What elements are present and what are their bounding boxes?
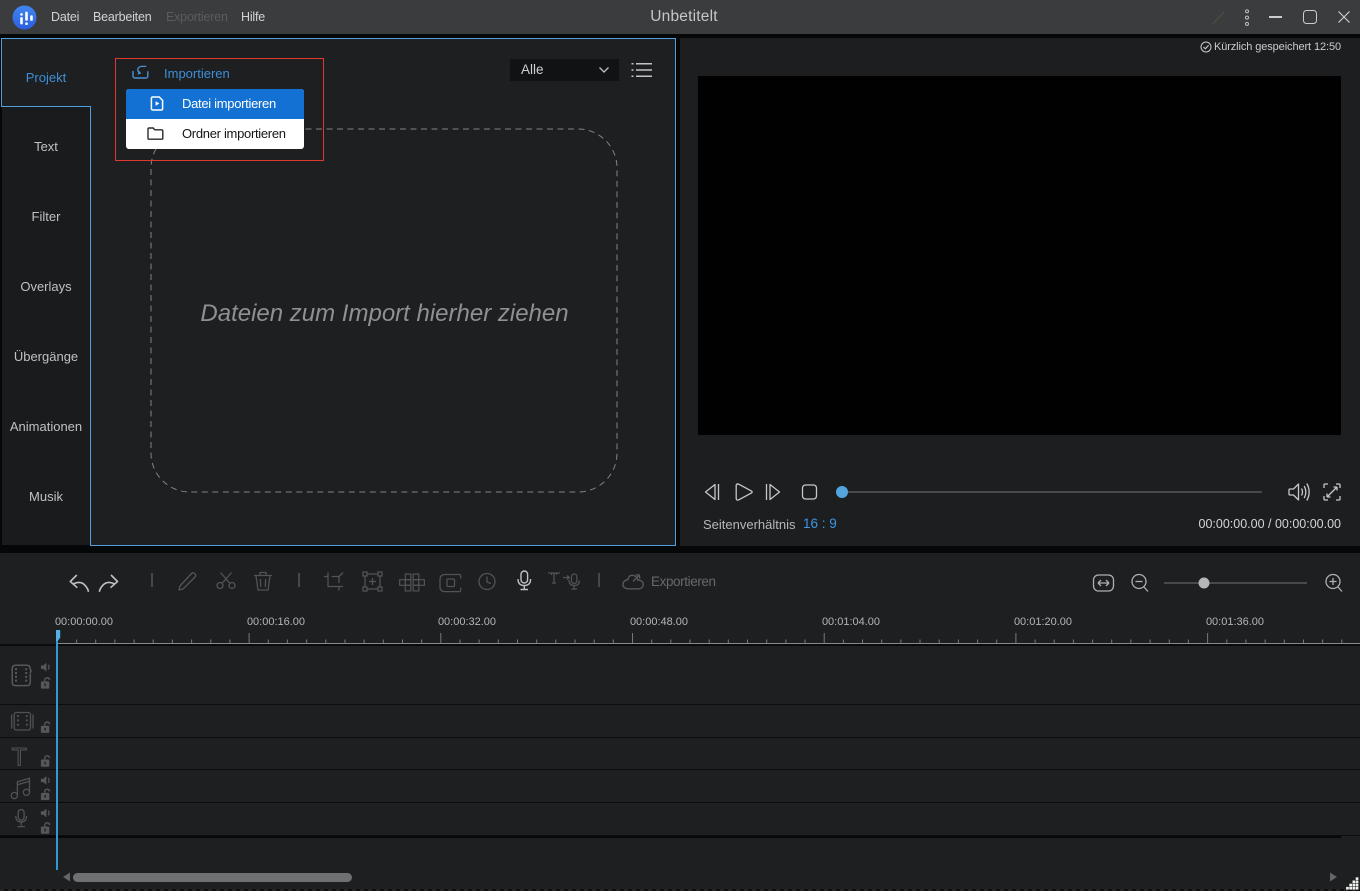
svg-text:Exportieren: Exportieren <box>651 574 716 589</box>
svg-text:T: T <box>12 744 27 772</box>
